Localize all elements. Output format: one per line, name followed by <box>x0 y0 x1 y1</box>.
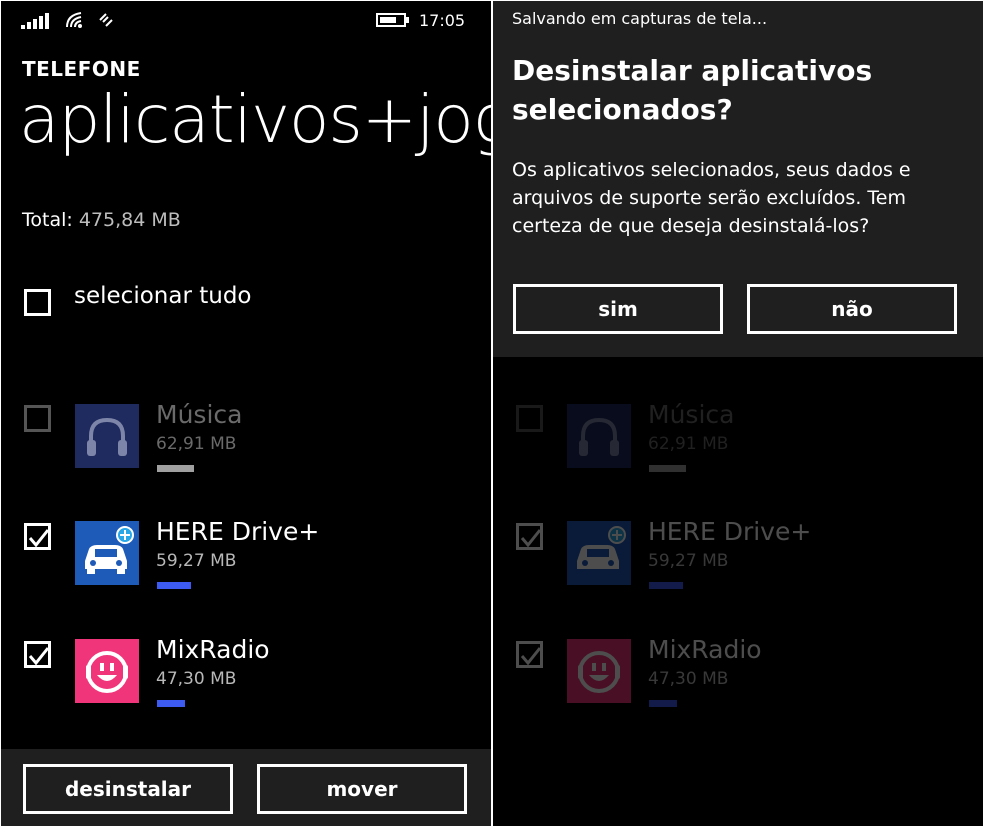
app-size: 47,30 MB <box>648 669 729 689</box>
app-checkbox <box>516 641 543 668</box>
signal-strength-icon <box>21 13 49 29</box>
page-title: aplicativos+jogos <box>19 81 491 158</box>
list-item: HERE Drive+ 59,27 MB <box>493 513 983 603</box>
list-item[interactable]: HERE Drive+ 59,27 MB <box>1 513 491 603</box>
app-checkbox[interactable] <box>24 523 51 550</box>
uninstall-button[interactable]: desinstalar <box>23 764 233 814</box>
mixradio-app-tile <box>75 639 139 703</box>
car-icon <box>577 526 626 569</box>
screenshot-toast: Salvando em capturas de tela... <box>512 9 768 28</box>
music-app-tile <box>567 404 631 468</box>
smiley-headphones-icon <box>578 651 620 693</box>
checkmark-icon <box>520 529 542 548</box>
battery-icon <box>376 13 409 27</box>
music-app-tile <box>75 404 139 468</box>
app-checkbox <box>516 405 543 432</box>
here-drive-app-tile <box>75 521 139 585</box>
app-size: 59,27 MB <box>156 551 237 571</box>
app-name: Música <box>648 400 735 429</box>
total-value: 475,84 MB <box>78 209 181 231</box>
app-name: MixRadio <box>648 635 762 664</box>
app-size: 62,91 MB <box>648 434 729 454</box>
total-storage: Total: 475,84 MB <box>22 209 181 231</box>
wifi-icon <box>66 12 82 28</box>
storage-bar <box>649 700 677 707</box>
app-size: 59,27 MB <box>648 551 729 571</box>
no-button[interactable]: não <box>747 284 957 334</box>
car-icon <box>85 526 134 574</box>
app-label: TELEFONE <box>22 57 141 81</box>
app-checkbox <box>516 523 543 550</box>
dialog-title: Desinstalar aplicativos selecionados? <box>512 54 873 126</box>
app-name: HERE Drive+ <box>648 517 812 546</box>
uninstall-confirm-screen: Música 62,91 MB HERE Drive+ 59,27 MB Mix… <box>493 1 983 826</box>
select-all-label[interactable]: selecionar tudo <box>74 283 252 309</box>
total-label: Total: <box>22 209 73 231</box>
select-all-checkbox[interactable] <box>24 289 51 316</box>
dialog-message: Os aplicativos selecionados, seus dados … <box>512 159 911 237</box>
storage-bar <box>157 700 185 707</box>
checkmark-icon <box>28 647 50 666</box>
smiley-headphones-icon <box>86 651 128 693</box>
app-size: 47,30 MB <box>156 669 237 689</box>
list-item: Música 62,91 MB <box>493 396 983 486</box>
app-bar: desinstalar mover <box>1 749 491 826</box>
list-item[interactable]: MixRadio 47,30 MB <box>1 631 491 721</box>
app-size: 62,91 MB <box>156 434 237 454</box>
app-storage-screen: 17:05 TELEFONE aplicativos+jogos Total: … <box>1 1 491 826</box>
storage-bar <box>157 465 194 472</box>
storage-bar <box>649 582 683 589</box>
app-name: MixRadio <box>156 635 270 664</box>
data-connection-icon <box>99 13 113 27</box>
status-time: 17:05 <box>419 11 466 30</box>
storage-bar <box>649 465 686 472</box>
checkmark-icon <box>28 529 50 548</box>
checkmark-icon <box>520 647 542 666</box>
list-item: MixRadio 47,30 MB <box>493 631 983 721</box>
mixradio-app-tile <box>567 639 631 703</box>
list-item[interactable]: Música 62,91 MB <box>1 396 491 486</box>
here-drive-app-tile <box>567 521 631 585</box>
yes-button[interactable]: sim <box>513 284 723 334</box>
app-checkbox[interactable] <box>24 405 51 432</box>
app-checkbox[interactable] <box>24 641 51 668</box>
uninstall-dialog: Salvando em capturas de tela... Desinsta… <box>493 1 983 357</box>
storage-bar <box>157 582 191 589</box>
move-button[interactable]: mover <box>257 764 467 814</box>
app-name: Música <box>156 400 243 429</box>
app-name: HERE Drive+ <box>156 517 320 546</box>
headphones-icon <box>579 417 619 456</box>
headphones-icon <box>87 417 127 456</box>
